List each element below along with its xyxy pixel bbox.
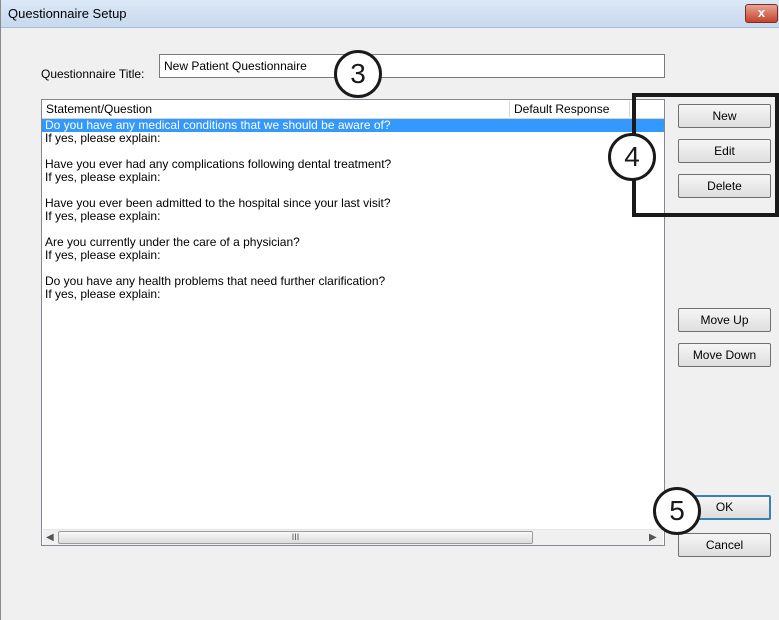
scroll-left-icon[interactable]: ◀ (46, 532, 56, 544)
close-icon: x (757, 5, 766, 20)
cancel-button[interactable]: Cancel (678, 533, 771, 557)
title-bar[interactable]: Questionnaire Setup x (1, 0, 779, 28)
move-up-button[interactable]: Move Up (678, 308, 771, 332)
close-button[interactable]: x (745, 4, 778, 23)
callout-4: 4 (608, 133, 656, 181)
column-header-statement[interactable]: Statement/Question (42, 101, 510, 117)
questionnaire-title-input[interactable] (159, 54, 665, 78)
horizontal-scrollbar[interactable]: ◀ III ▶ (43, 529, 663, 545)
window-title: Questionnaire Setup (8, 6, 127, 21)
list-item[interactable]: If yes, please explain: (42, 249, 664, 262)
questionnaire-title-label: Questionnaire Title: (41, 67, 145, 81)
questions-list[interactable]: Statement/Question Default Response Do y… (41, 99, 665, 546)
callout-3: 3 (334, 50, 382, 98)
list-item[interactable]: If yes, please explain: (42, 132, 664, 145)
list-rows: Do you have any medical conditions that … (42, 119, 664, 301)
list-item[interactable]: If yes, please explain: (42, 210, 664, 223)
list-item[interactable]: If yes, please explain: (42, 288, 664, 301)
scrollbar-thumb[interactable]: III (58, 531, 533, 544)
callout-5: 5 (653, 487, 701, 535)
scroll-right-icon[interactable]: ▶ (649, 532, 659, 544)
list-header: Statement/Question Default Response (42, 100, 664, 119)
move-down-button[interactable]: Move Down (678, 343, 771, 367)
list-item[interactable]: If yes, please explain: (42, 171, 664, 184)
questionnaire-setup-dialog: Questionnaire Setup x Questionnaire Titl… (0, 0, 779, 620)
column-header-default-response[interactable]: Default Response (510, 101, 630, 117)
